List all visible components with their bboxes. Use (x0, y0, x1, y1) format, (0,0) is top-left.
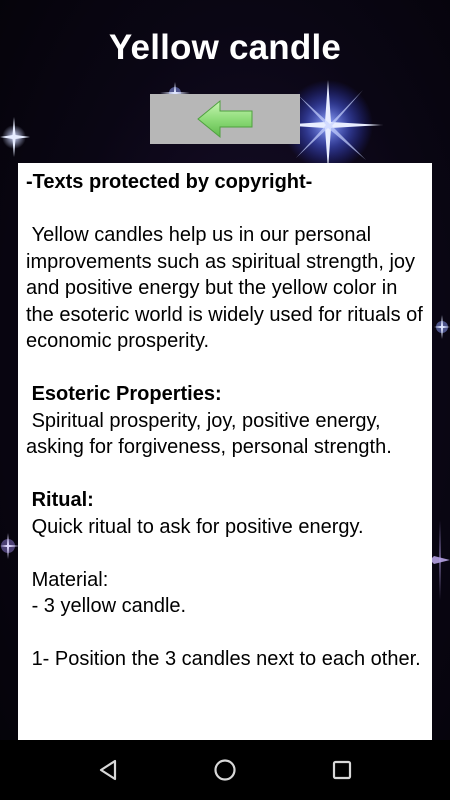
step-1-text: 1- Position the 3 candles next to each o… (26, 648, 421, 670)
system-nav-bar (0, 740, 450, 800)
triangle-back-icon (100, 759, 117, 781)
intro-text: Yellow candles help us in our personal i… (26, 224, 429, 352)
nav-back-button[interactable] (88, 750, 128, 790)
material-item: - 3 yellow candle. (26, 595, 187, 617)
copyright-notice: -Texts protected by copyright- (26, 171, 313, 193)
material-heading: Material: (26, 568, 109, 591)
ritual-heading: Ritual: (26, 489, 94, 511)
properties-text: Spiritual prosperity, joy, positive ener… (26, 409, 392, 459)
ritual-text: Quick ritual to ask for positive energy. (26, 515, 364, 538)
description-panel[interactable]: -Texts protected by copyright- Yellow ca… (18, 163, 432, 741)
nav-recents-button[interactable] (322, 750, 362, 790)
left-arrow-icon (197, 99, 253, 139)
app-screen: Yellow candle -Texts protected by copyri… (0, 0, 450, 800)
properties-heading: Esoteric Properties: (26, 383, 222, 405)
sparkle-icon (430, 520, 450, 600)
nav-home-button[interactable] (205, 750, 245, 790)
sparkle-icon (434, 315, 450, 339)
circle-home-icon (214, 759, 236, 781)
square-recents-icon (332, 760, 351, 780)
back-button[interactable] (150, 94, 300, 144)
sparkle-icon (0, 117, 30, 157)
page-title: Yellow candle (108, 28, 342, 67)
